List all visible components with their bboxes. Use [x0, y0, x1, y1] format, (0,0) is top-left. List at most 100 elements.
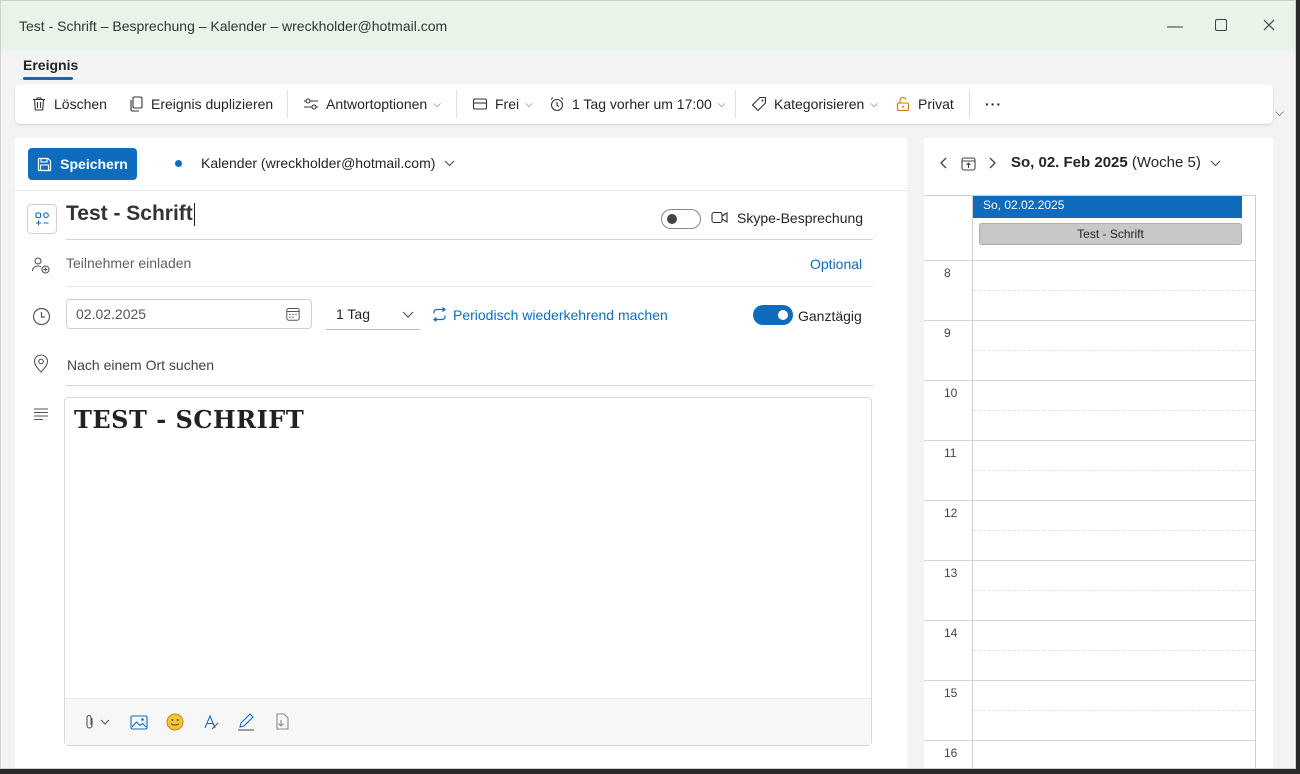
half-hour-divider: [973, 590, 1255, 591]
emoji-button[interactable]: [164, 711, 186, 733]
app-window: Test - Schrift – Besprechung – Kalender …: [0, 0, 1296, 769]
event-title-text: Test - Schrift: [66, 202, 193, 225]
hour-divider: [924, 680, 1255, 681]
chevron-down-icon: [1210, 160, 1221, 167]
hour-label: 15: [944, 686, 958, 700]
insert-image-button[interactable]: [128, 711, 150, 733]
minimize-button[interactable]: —: [1161, 13, 1189, 41]
categorize-label: Kategorisieren: [774, 96, 865, 112]
chevron-down-icon: [444, 160, 455, 166]
calendar-icon: [286, 308, 300, 321]
text-caret: [193, 202, 195, 226]
repeat-icon: [433, 307, 446, 322]
half-hour-divider: [973, 530, 1255, 531]
time-column: [924, 196, 973, 768]
event-title-input[interactable]: Test - Schrift: [66, 202, 195, 226]
emoji-icon: [166, 713, 184, 731]
go-to-today-button[interactable]: [959, 154, 977, 172]
copy-icon: [130, 96, 143, 112]
half-hour-divider: [973, 410, 1255, 411]
toggle-knob: [778, 310, 788, 320]
text-lines-icon: [29, 402, 53, 426]
event-body-editor[interactable]: TEST - SCHRIFT: [64, 397, 872, 746]
duplicate-label: Ereignis duplizieren: [151, 96, 274, 112]
private-label: Privat: [918, 96, 954, 112]
categorize-dropdown[interactable]: Kategorisieren ⌵: [751, 84, 878, 124]
body-text: TEST - SCHRIFT: [74, 405, 305, 434]
attendees-underline: [66, 286, 873, 287]
active-tab-indicator: [23, 77, 73, 80]
insert-loop-button[interactable]: [271, 711, 293, 733]
delete-label: Löschen: [54, 96, 107, 112]
more-options-button[interactable]: ···: [985, 84, 1002, 124]
all-day-event[interactable]: Test - Schrift: [979, 223, 1242, 245]
optional-attendees-link[interactable]: Optional: [810, 256, 862, 272]
event-type-icon[interactable]: [27, 204, 57, 234]
hour-label: 14: [944, 626, 958, 640]
delete-button[interactable]: Löschen: [31, 84, 107, 124]
people-add-icon: [29, 253, 53, 277]
location-input[interactable]: Nach einem Ort suchen: [67, 357, 214, 373]
current-date-selector[interactable]: So, 02. Feb 2025 (Woche 5): [1011, 154, 1221, 171]
hour-label: 11: [944, 446, 957, 460]
draw-button[interactable]: [235, 711, 257, 733]
pen-icon: [238, 713, 254, 731]
hour-label: 9: [944, 326, 951, 340]
hour-divider: [924, 740, 1255, 741]
half-hour-divider: [973, 350, 1255, 351]
half-hour-divider: [973, 290, 1255, 291]
window-title: Test - Schrift – Besprechung – Kalender …: [19, 18, 448, 34]
close-button[interactable]: [1255, 13, 1283, 41]
paperclip-icon: [86, 714, 110, 729]
start-date-input[interactable]: 02.02.2025: [66, 299, 312, 329]
location-pin-icon: [29, 351, 53, 375]
ribbon-divider: [456, 90, 457, 118]
status-icon: [472, 98, 488, 110]
day-grid: So, 02.02.2025 Test - Schrift 8 9 10 11 12 13…: [924, 195, 1256, 768]
save-button[interactable]: Speichern: [28, 148, 137, 180]
calendar-selector[interactable]: Kalender (wreckholder@hotmail.com): [175, 155, 455, 171]
all-day-label: Ganztägig: [798, 308, 862, 324]
current-date: So, 02. Feb 2025: [1011, 154, 1128, 171]
chevron-down-icon: ⌵: [870, 98, 878, 110]
hour-label: 12: [944, 506, 958, 520]
maximize-button[interactable]: [1207, 13, 1235, 41]
duration-dropdown[interactable]: 1 Tag: [326, 299, 420, 330]
day-view-panel: So, 02. Feb 2025 (Woche 5) So, 02.02.202…: [924, 138, 1273, 768]
recurrence-link[interactable]: Periodisch wiederkehrend machen: [453, 307, 668, 323]
header-divider: [15, 190, 907, 191]
next-day-button[interactable]: [984, 154, 1002, 172]
chevron-down-icon: ⌵: [525, 98, 533, 110]
half-hour-divider: [973, 470, 1255, 471]
attendees-input[interactable]: Teilnehmer einladen: [66, 255, 191, 271]
tab-ereignis[interactable]: Ereignis: [23, 57, 78, 73]
attach-button[interactable]: [81, 711, 115, 733]
hour-label: 8: [944, 266, 951, 280]
ribbon-expand-chevron-icon[interactable]: ⌵: [1275, 105, 1284, 120]
format-text-button[interactable]: [200, 711, 222, 733]
start-date-value: 02.02.2025: [76, 306, 147, 322]
show-as-dropdown[interactable]: Frei ⌵: [472, 84, 533, 124]
skype-toggle[interactable]: [661, 209, 701, 229]
chevron-left-icon: [940, 157, 947, 169]
day-column-header: So, 02.02.2025: [973, 196, 1242, 218]
body-formatting-toolbar: [65, 698, 871, 745]
calendar-color-dot: [175, 159, 182, 167]
hour-divider: [924, 560, 1255, 561]
title-bar: Test - Schrift – Besprechung – Kalender …: [1, 1, 1295, 51]
duplicate-button[interactable]: Ereignis duplizieren: [129, 84, 273, 124]
private-button[interactable]: Privat: [895, 84, 954, 124]
title-underline: [66, 239, 873, 240]
clock-icon: [29, 304, 53, 328]
chevron-right-icon: [989, 157, 996, 169]
week-number: (Woche 5): [1131, 154, 1201, 171]
reminder-dropdown[interactable]: 1 Tag vorher um 17:00 ⌵: [549, 84, 725, 124]
all-day-toggle[interactable]: [753, 305, 793, 325]
response-options-label: Antwortoptionen: [326, 96, 428, 112]
response-options-button[interactable]: Antwortoptionen ⌵: [303, 84, 441, 124]
maximize-icon: [1215, 19, 1227, 31]
chevron-down-icon: ⌵: [433, 98, 441, 110]
half-hour-divider: [973, 710, 1255, 711]
save-icon: [38, 157, 52, 171]
previous-day-button[interactable]: [934, 154, 952, 172]
